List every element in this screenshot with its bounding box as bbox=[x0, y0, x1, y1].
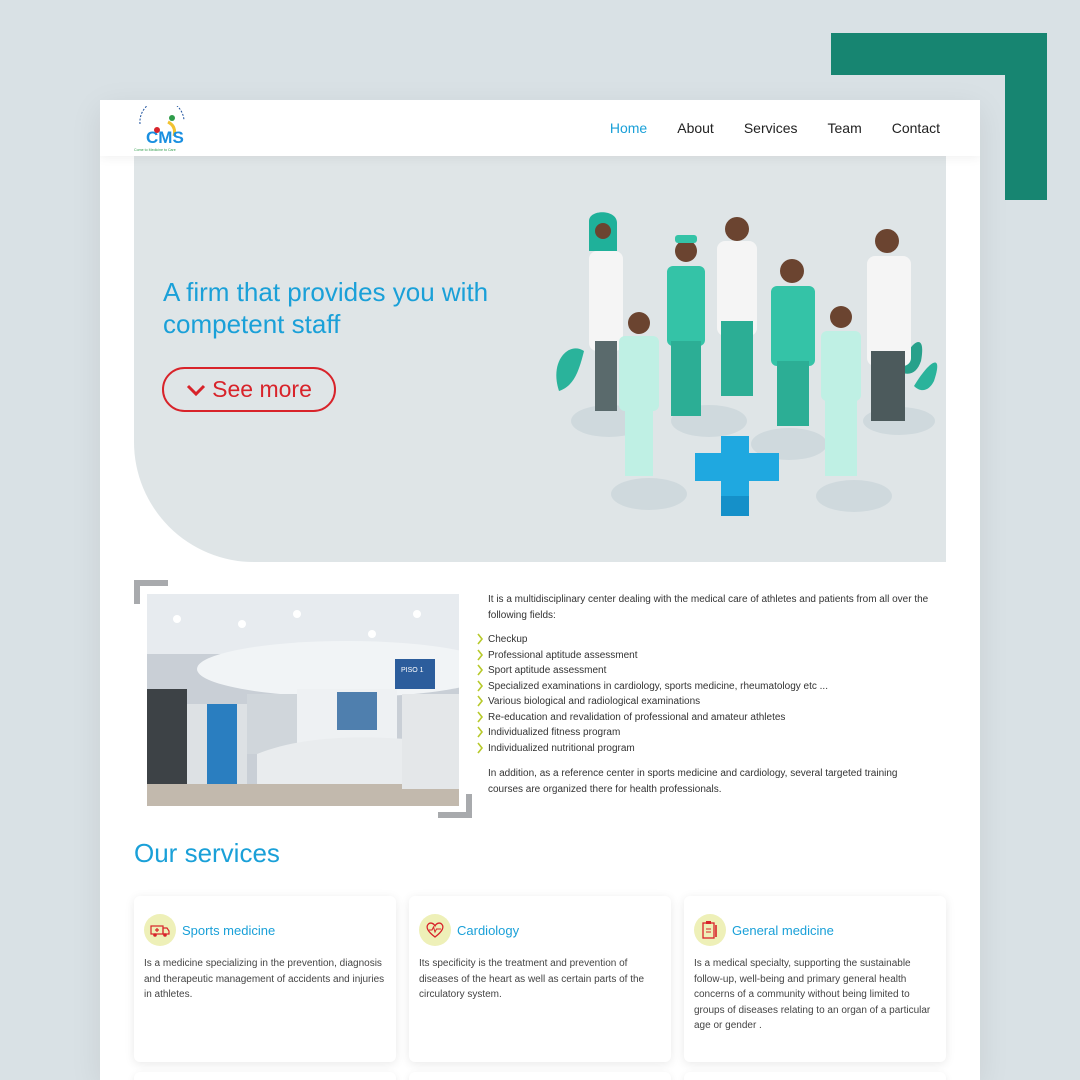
chevron-right-icon bbox=[477, 711, 484, 722]
clinic-reception-photo: PISO 1 bbox=[147, 594, 459, 806]
chevron-right-icon bbox=[477, 664, 484, 676]
list-item: Individualized fitness program bbox=[477, 725, 933, 741]
hero-title: A firm that provides you with competent … bbox=[163, 277, 489, 339]
see-more-button[interactable]: See more bbox=[162, 367, 336, 412]
nav-team[interactable]: Team bbox=[828, 120, 862, 136]
service-card-header: General medicine bbox=[694, 914, 936, 946]
nav-contact[interactable]: Contact bbox=[892, 120, 940, 136]
list-item: Checkup bbox=[477, 632, 933, 648]
service-card-sports-medicine[interactable]: Sports medicine Is a medicine specializi… bbox=[134, 896, 396, 1062]
field-label: Professional aptitude assessment bbox=[488, 649, 638, 661]
list-item: Re-education and revalidation of profess… bbox=[477, 710, 933, 726]
service-description: Its specificity is the treatment and pre… bbox=[419, 958, 645, 1000]
service-card-header: Cardiology bbox=[419, 914, 661, 946]
service-title[interactable]: General medicine bbox=[732, 923, 834, 938]
medical-staff-illustration bbox=[556, 212, 938, 516]
chevron-right-icon bbox=[477, 695, 484, 707]
nav-about[interactable]: About bbox=[677, 120, 714, 136]
nav-home[interactable]: Home bbox=[610, 120, 647, 136]
about-intro: It is a multidisciplinary center dealing… bbox=[488, 594, 929, 621]
service-card-header: Sports medicine bbox=[144, 914, 386, 946]
service-card-cardiology[interactable]: Cardiology Its specificity is the treatm… bbox=[409, 896, 671, 1062]
field-label: Sport aptitude assessment bbox=[488, 665, 607, 676]
clipboard-icon bbox=[694, 914, 726, 946]
nav-services[interactable]: Services bbox=[744, 120, 798, 136]
field-label: Checkup bbox=[488, 634, 528, 645]
chevron-right-icon bbox=[477, 633, 484, 645]
list-item: Various biological and radiological exam… bbox=[477, 694, 933, 710]
logo-graphic: CMS Come to Medicine to Care bbox=[134, 100, 185, 152]
chevron-right-icon bbox=[477, 680, 484, 691]
field-label: Individualized nutritional program bbox=[488, 742, 635, 754]
about-content: It is a multidisciplinary center dealing… bbox=[477, 592, 933, 797]
hero-section: A firm that provides you with competent … bbox=[134, 156, 946, 562]
see-more-label: See more bbox=[212, 376, 312, 402]
service-card-partial bbox=[134, 1072, 396, 1080]
main-nav: Home About Services Team Contact bbox=[610, 100, 940, 156]
field-label: Various biological and radiological exam… bbox=[488, 696, 701, 707]
services-heading: Our services bbox=[134, 838, 280, 868]
field-label: Re-education and revalidation of profess… bbox=[488, 711, 786, 723]
list-item: Individualized nutritional program bbox=[477, 741, 933, 757]
service-title[interactable]: Cardiology bbox=[457, 923, 519, 938]
heart-icon bbox=[419, 914, 451, 946]
field-label: Individualized fitness program bbox=[488, 727, 621, 738]
service-description: Is a medicine specializing in the preven… bbox=[144, 958, 385, 1000]
photo-sign-text: PISO 1 bbox=[401, 667, 424, 674]
service-card-partial bbox=[409, 1072, 671, 1080]
service-card-partial bbox=[684, 1072, 946, 1080]
ambulance-icon bbox=[144, 914, 176, 946]
clinic-photo-frame: PISO 1 bbox=[134, 580, 472, 818]
service-card-general-medicine[interactable]: General medicine Is a medical specialty,… bbox=[684, 896, 946, 1062]
list-item: Professional aptitude assessment bbox=[477, 648, 933, 664]
chevron-right-icon bbox=[477, 649, 484, 660]
list-item: Specialized examinations in cardiology, … bbox=[477, 679, 933, 695]
about-outro: In addition, as a reference center in sp… bbox=[488, 768, 898, 795]
fields-list: Checkup Professional aptitude assessment… bbox=[477, 632, 933, 757]
service-description: Is a medical specialty, supporting the s… bbox=[694, 958, 931, 1031]
chevron-right-icon bbox=[477, 726, 484, 738]
site-logo[interactable]: CMS Come to Medicine to Care bbox=[132, 100, 192, 152]
service-title[interactable]: Sports medicine bbox=[182, 923, 275, 938]
website-page: CMS Come to Medicine to Care Home About … bbox=[100, 100, 980, 1080]
chevron-down-icon bbox=[187, 384, 206, 396]
logo-text: CMS bbox=[146, 128, 184, 147]
navbar: CMS Come to Medicine to Care Home About … bbox=[100, 100, 980, 156]
chevron-right-icon bbox=[477, 742, 484, 753]
logo-tagline: Come to Medicine to Care bbox=[134, 148, 176, 152]
field-label: Specialized examinations in cardiology, … bbox=[488, 680, 828, 692]
list-item: Sport aptitude assessment bbox=[477, 663, 933, 679]
